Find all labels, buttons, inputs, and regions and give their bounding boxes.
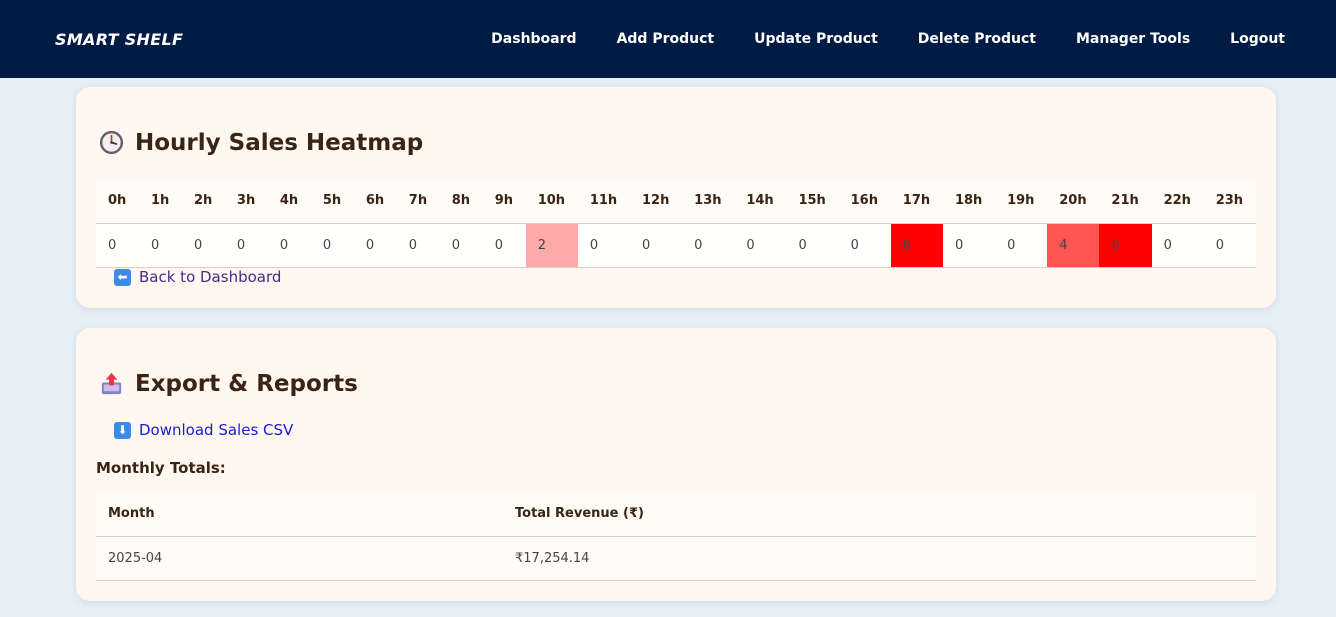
heatmap-value-row: 000000000020000006004600	[96, 223, 1256, 268]
nav-delete-product[interactable]: Delete Product	[918, 31, 1036, 47]
top-navbar: SMART SHELF Dashboard Add Product Update…	[0, 0, 1336, 78]
hour-header: 5h	[310, 179, 354, 224]
hour-header: 14h	[734, 179, 787, 224]
hour-value-cell: 0	[838, 223, 891, 268]
hour-value-cell: 6	[890, 223, 943, 268]
hour-header: 18h	[942, 179, 996, 224]
left-arrow-icon: ⬅	[114, 268, 131, 286]
monthly-totals-table: Month Total Revenue (₹) 2025-04 ₹17,254.…	[96, 492, 1256, 581]
down-arrow-icon: ⬇	[114, 421, 131, 439]
hour-value-cell: 0	[1203, 223, 1256, 268]
nav-manager-tools[interactable]: Manager Tools	[1076, 31, 1190, 47]
hour-value-cell: 0	[96, 223, 139, 268]
column-header-revenue: Total Revenue (₹)	[503, 492, 1256, 537]
nav-add-product[interactable]: Add Product	[617, 31, 715, 47]
hour-value-cell: 0	[224, 223, 268, 268]
hour-value-cell: 0	[942, 223, 996, 268]
back-to-dashboard-label: Back to Dashboard	[139, 268, 282, 286]
export-title-text: Export & Reports	[135, 370, 358, 397]
export-reports-card: Export & Reports ⬇ Download Sales CSV Mo…	[76, 328, 1276, 601]
brand-logo[interactable]: SMART SHELF	[55, 30, 183, 49]
export-title: Export & Reports	[98, 370, 358, 397]
hour-header: 20h	[1047, 179, 1100, 224]
hour-header: 11h	[577, 179, 630, 224]
hour-header: 1h	[138, 179, 182, 224]
hour-value-cell: 0	[439, 223, 483, 268]
revenue-cell: ₹17,254.14	[503, 536, 1256, 581]
hourly-heatmap-table: 0h 1h 2h 3h 4h 5h 6h 7h 8h 9h 10h 11h 12h 13h 14h 15h 16…	[96, 179, 1256, 268]
hour-header: 0h	[96, 179, 139, 224]
hour-value-cell: 0	[786, 223, 839, 268]
table-row: 2025-04 ₹17,254.14	[96, 536, 1256, 581]
hour-header: 6h	[353, 179, 397, 224]
hour-header: 3h	[224, 179, 268, 224]
hour-value-cell: 6	[1099, 223, 1152, 268]
hour-header: 16h	[838, 179, 891, 224]
hour-header: 21h	[1099, 179, 1152, 224]
column-header-month: Month	[96, 492, 503, 537]
hour-header: 4h	[267, 179, 311, 224]
nav-logout[interactable]: Logout	[1230, 31, 1285, 47]
month-cell: 2025-04	[96, 536, 503, 581]
hour-value-cell: 0	[682, 223, 735, 268]
back-to-dashboard-link[interactable]: ⬅ Back to Dashboard	[114, 268, 281, 286]
hour-header: 10h	[525, 179, 578, 224]
heatmap-card: Hourly Sales Heatmap 0h 1h 2h 3h 4h 5h 6h 7h 8h 9…	[76, 87, 1276, 308]
hour-value-cell: 0	[630, 223, 683, 268]
hour-header: 19h	[995, 179, 1048, 224]
nav-links: Dashboard Add Product Update Product Del…	[491, 31, 1285, 47]
hour-value-cell: 0	[734, 223, 787, 268]
hour-value-cell: 0	[577, 223, 630, 268]
download-sales-csv-link[interactable]: ⬇ Download Sales CSV	[114, 421, 293, 439]
hour-value-cell: 0	[995, 223, 1048, 268]
hour-header: 9h	[482, 179, 526, 224]
download-sales-csv-label: Download Sales CSV	[139, 421, 294, 439]
hour-header: 2h	[181, 179, 225, 224]
hour-header: 12h	[630, 179, 683, 224]
hour-value-cell: 0	[267, 223, 311, 268]
heatmap-header-row: 0h 1h 2h 3h 4h 5h 6h 7h 8h 9h 10h 11h 12h 13h 14h 15h 16…	[96, 179, 1256, 224]
hour-header: 8h	[439, 179, 483, 224]
nav-dashboard[interactable]: Dashboard	[491, 31, 576, 47]
hour-value-cell: 0	[353, 223, 397, 268]
heatmap-title-text: Hourly Sales Heatmap	[135, 129, 424, 156]
clock-icon	[99, 130, 124, 155]
hour-value-cell: 0	[396, 223, 440, 268]
hour-value-cell: 0	[138, 223, 182, 268]
hour-value-cell: 4	[1047, 223, 1100, 268]
hour-value-cell: 0	[181, 223, 225, 268]
hour-value-cell: 0	[482, 223, 526, 268]
heatmap-title: Hourly Sales Heatmap	[98, 129, 423, 156]
hour-header: 22h	[1151, 179, 1204, 224]
hour-header: 15h	[786, 179, 839, 224]
hour-header: 17h	[890, 179, 943, 224]
hour-header: 13h	[682, 179, 735, 224]
nav-update-product[interactable]: Update Product	[754, 31, 878, 47]
hour-value-cell: 0	[310, 223, 354, 268]
monthly-header-row: Month Total Revenue (₹)	[96, 492, 1256, 537]
monthly-totals-label: Monthly Totals:	[96, 459, 226, 477]
outbox-tray-icon	[101, 372, 122, 395]
hour-value-cell: 2	[525, 223, 578, 268]
hour-header: 23h	[1203, 179, 1256, 224]
hour-value-cell: 0	[1151, 223, 1204, 268]
hour-header: 7h	[396, 179, 440, 224]
